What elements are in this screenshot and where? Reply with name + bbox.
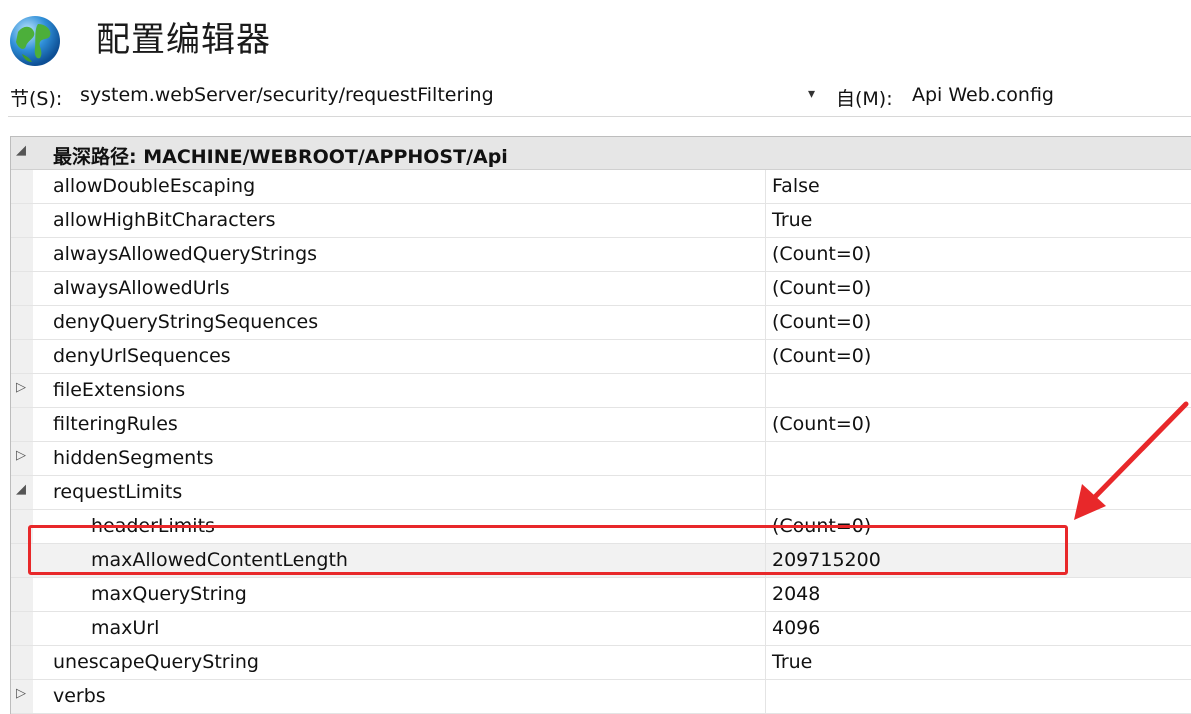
property-name: maxQueryString (91, 583, 247, 605)
collapse-icon[interactable]: ◢ (16, 482, 26, 497)
divider (765, 408, 766, 441)
property-value[interactable]: 2048 (772, 583, 820, 605)
property-value[interactable]: (Count=0) (772, 277, 871, 299)
row-gutter (11, 646, 33, 679)
property-value[interactable]: (Count=0) (772, 311, 871, 333)
divider (765, 476, 766, 509)
divider (765, 170, 766, 203)
divider (765, 680, 766, 713)
section-label: 节(S): (10, 88, 63, 110)
table-row[interactable]: alwaysAllowedUrls (Count=0) (11, 272, 1191, 306)
from-label: 自(M): (836, 88, 893, 110)
collapse-icon[interactable]: ◢ (16, 143, 26, 158)
highlight-annotation (28, 525, 1068, 575)
section-bar: 节(S): system.webServer/security/requestF… (0, 76, 1191, 116)
table-row[interactable]: alwaysAllowedQueryStrings (Count=0) (11, 238, 1191, 272)
property-name: allowHighBitCharacters (53, 209, 276, 231)
group-header[interactable]: ◢ 最深路径: MACHINE/WEBROOT/APPHOST/Api (11, 137, 1191, 170)
table-row[interactable]: maxQueryString 2048 (11, 578, 1191, 612)
property-name: filteringRules (53, 413, 178, 435)
divider (765, 340, 766, 373)
divider (765, 272, 766, 305)
divider (765, 612, 766, 645)
divider (765, 374, 766, 407)
row-gutter (11, 340, 33, 373)
table-row[interactable]: allowHighBitCharacters True (11, 204, 1191, 238)
expand-icon[interactable]: ▷ (16, 448, 26, 463)
property-name: unescapeQueryString (53, 651, 259, 673)
property-value[interactable]: (Count=0) (772, 243, 871, 265)
divider (765, 646, 766, 679)
arrow-annotation-icon (1074, 401, 1189, 520)
expand-icon[interactable]: ▷ (16, 686, 26, 701)
table-row[interactable]: ◢ requestLimits (11, 476, 1191, 510)
property-grid: ◢ 最深路径: MACHINE/WEBROOT/APPHOST/Api allo… (10, 136, 1191, 714)
divider (765, 442, 766, 475)
globe-icon (10, 16, 60, 66)
row-gutter (11, 578, 33, 611)
table-row[interactable]: ▷ verbs (11, 680, 1191, 714)
table-row[interactable]: ▷ fileExtensions (11, 374, 1191, 408)
table-row[interactable]: denyUrlSequences (Count=0) (11, 340, 1191, 374)
row-gutter (11, 306, 33, 339)
property-value[interactable]: (Count=0) (772, 345, 871, 367)
property-name: maxUrl (91, 617, 160, 639)
property-name: allowDoubleEscaping (53, 175, 256, 197)
header: 配置编辑器 (0, 0, 1191, 75)
row-gutter (11, 204, 33, 237)
property-name: requestLimits (53, 481, 183, 503)
property-value[interactable]: False (772, 175, 820, 197)
property-name: denyQueryStringSequences (53, 311, 319, 333)
property-value[interactable]: True (772, 651, 812, 673)
from-select[interactable]: Api Web.config (912, 84, 1054, 106)
table-row[interactable]: filteringRules (Count=0) (11, 408, 1191, 442)
section-select[interactable]: system.webServer/security/requestFilteri… (80, 84, 494, 106)
row-gutter (11, 272, 33, 305)
divider (765, 578, 766, 611)
row-gutter (11, 238, 33, 271)
table-row[interactable]: allowDoubleEscaping False (11, 170, 1191, 204)
table-row[interactable]: ▷ hiddenSegments (11, 442, 1191, 476)
property-name: fileExtensions (53, 379, 186, 401)
property-name: hiddenSegments (53, 447, 214, 469)
chevron-down-icon[interactable]: ▾ (808, 86, 815, 102)
property-name: alwaysAllowedQueryStrings (53, 243, 318, 265)
divider (765, 306, 766, 339)
property-value[interactable]: 4096 (772, 617, 820, 639)
divider (765, 238, 766, 271)
row-gutter (11, 170, 33, 203)
row-gutter (11, 408, 33, 441)
table-row[interactable]: denyQueryStringSequences (Count=0) (11, 306, 1191, 340)
property-value[interactable]: (Count=0) (772, 413, 871, 435)
table-row[interactable]: unescapeQueryString True (11, 646, 1191, 680)
expand-icon[interactable]: ▷ (16, 380, 26, 395)
property-name: verbs (53, 685, 106, 707)
divider (765, 204, 766, 237)
table-row[interactable]: maxUrl 4096 (11, 612, 1191, 646)
page-title: 配置编辑器 (96, 20, 271, 60)
divider (8, 116, 1191, 117)
property-value[interactable]: True (772, 209, 812, 231)
row-gutter (11, 612, 33, 645)
property-name: alwaysAllowedUrls (53, 277, 230, 299)
group-label: 最深路径: MACHINE/WEBROOT/APPHOST/Api (53, 146, 508, 168)
property-name: denyUrlSequences (53, 345, 231, 367)
